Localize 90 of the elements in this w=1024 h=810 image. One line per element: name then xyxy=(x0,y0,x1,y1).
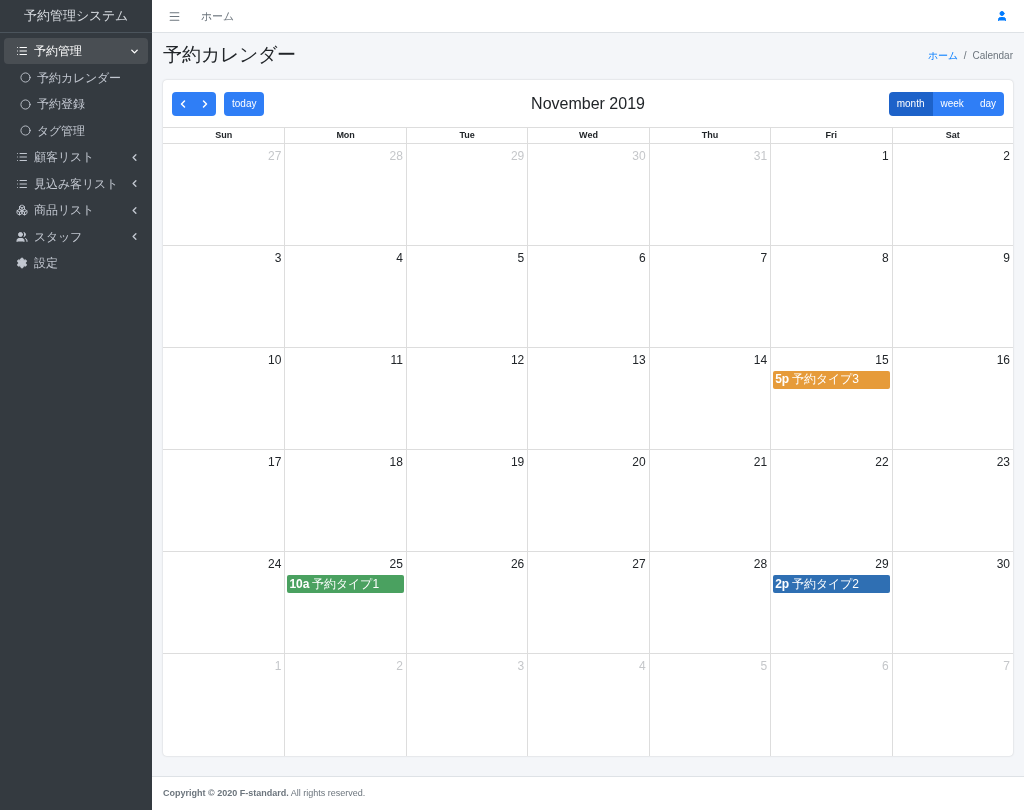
day-number: 1 xyxy=(881,147,890,165)
view-tab[interactable]: day xyxy=(971,91,1004,116)
day-number: 27 xyxy=(268,147,283,165)
circle-icon xyxy=(20,98,31,110)
day-number: 28 xyxy=(753,556,769,574)
day-number: 3 xyxy=(517,658,526,676)
day-number: 6 xyxy=(881,658,890,676)
prev-button[interactable] xyxy=(172,91,194,116)
circle-icon xyxy=(20,72,31,83)
sidebar-item[interactable]: スタッフ xyxy=(4,223,148,250)
day-number: 29 xyxy=(510,147,526,165)
sidebar-item[interactable]: 顧客リスト xyxy=(4,144,148,170)
day-number: 2 xyxy=(1003,147,1011,165)
sidebar-item[interactable]: 予約カレンダー xyxy=(4,64,148,91)
sidebar-item[interactable]: 予約登録 xyxy=(4,91,148,117)
circle-icon xyxy=(20,125,31,136)
day-number: 4 xyxy=(639,658,647,676)
event-time: 10a xyxy=(289,575,310,593)
list-icon xyxy=(16,45,28,57)
day-number: 7 xyxy=(1003,658,1011,676)
sidebar-item[interactable]: 見込み客リスト xyxy=(4,170,148,197)
day-number: 22 xyxy=(875,454,890,471)
day-number: 5 xyxy=(760,658,769,676)
menu-icon[interactable] xyxy=(168,9,181,23)
boxes-icon xyxy=(16,204,28,216)
day-number: 2 xyxy=(396,658,404,676)
view-tab[interactable]: week xyxy=(932,91,972,116)
view-tab[interactable]: month xyxy=(888,91,933,116)
home-link[interactable]: ホーム xyxy=(201,7,234,25)
day-number: 19 xyxy=(510,454,526,471)
day-number: 1 xyxy=(274,658,283,676)
sidebar-item[interactable]: 予約管理 xyxy=(4,38,148,64)
event-title: 予約タイプ2 xyxy=(792,575,859,593)
event-time: 5p xyxy=(775,371,790,389)
day-number: 5 xyxy=(517,249,526,267)
day-number: 12 xyxy=(510,351,526,369)
breadcrumb-current: Calendar xyxy=(972,48,1013,63)
list-icon xyxy=(16,151,28,163)
breadcrumb-link[interactable]: ホーム xyxy=(927,47,958,63)
day-number: 26 xyxy=(510,556,526,574)
page-title: 予約カレンダー xyxy=(163,43,296,67)
brand-title: 予約管理システム xyxy=(24,7,128,26)
event-bar[interactable]: 2p 予約タイプ2 xyxy=(773,575,890,594)
sidebar-item[interactable]: タグ管理 xyxy=(4,117,148,144)
sidebar-item[interactable]: 商品リスト xyxy=(4,197,148,223)
day-number: 20 xyxy=(632,454,647,471)
footer-text: Copyright © 2020 F-standard. All rights reserved. xyxy=(163,786,366,800)
day-number: 29 xyxy=(875,556,890,574)
day-number: 23 xyxy=(996,454,1011,471)
weekday-header: Sat xyxy=(891,127,1013,143)
day-number: 4 xyxy=(396,249,404,267)
weekday-header: Wed xyxy=(527,127,649,143)
day-number: 30 xyxy=(632,147,647,165)
today-button[interactable]: today xyxy=(224,91,265,116)
breadcrumb-separator: / xyxy=(963,48,967,63)
day-number: 13 xyxy=(632,351,647,369)
day-number: 7 xyxy=(760,249,769,267)
event-title: 予約タイプ1 xyxy=(312,575,380,593)
day-number: 14 xyxy=(753,351,769,369)
weekday-header: Tue xyxy=(405,127,528,143)
day-number: 9 xyxy=(1003,249,1011,267)
user-icon[interactable] xyxy=(996,10,1008,22)
settings-icon xyxy=(16,257,28,269)
day-number: 30 xyxy=(996,556,1011,574)
day-number: 10 xyxy=(268,351,283,369)
day-number: 24 xyxy=(268,556,283,574)
day-number: 28 xyxy=(389,147,404,165)
day-number: 6 xyxy=(639,249,647,267)
day-number: 17 xyxy=(268,454,283,471)
weekday-header: Fri xyxy=(770,127,892,143)
event-title: 予約タイプ3 xyxy=(792,371,859,389)
sidebar-item[interactable]: 設定 xyxy=(4,250,148,276)
day-number: 11 xyxy=(390,351,404,369)
day-number: 18 xyxy=(389,454,404,471)
day-number: 25 xyxy=(389,556,404,574)
people-icon xyxy=(16,230,28,243)
weekday-header: Sun xyxy=(214,128,234,142)
event-time: 2p xyxy=(775,575,790,593)
list-icon xyxy=(16,177,28,190)
day-number: 8 xyxy=(881,249,890,267)
day-number: 15 xyxy=(875,351,890,369)
month-title: November 2019 xyxy=(531,93,645,114)
next-button[interactable] xyxy=(194,91,216,116)
day-number: 31 xyxy=(753,147,769,165)
weekday-header: Mon xyxy=(284,127,406,143)
weekday-header: Thu xyxy=(648,127,771,143)
day-number: 3 xyxy=(274,249,283,267)
day-number: 27 xyxy=(632,556,647,574)
day-number: 21 xyxy=(753,454,769,471)
day-number: 16 xyxy=(996,351,1011,369)
